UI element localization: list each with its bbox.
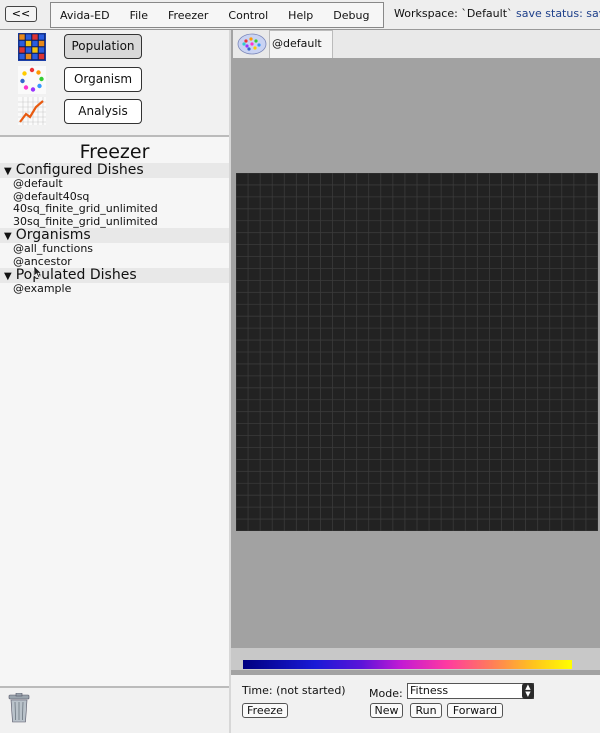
population-view: @default Time: (not started) Mode: Fitne…	[231, 30, 600, 733]
mode-select[interactable]: Fitness ▲ ▼	[407, 683, 534, 699]
population-grid-icon[interactable]	[18, 33, 46, 61]
analysis-chart-icon[interactable]	[18, 97, 46, 125]
expand-triangle-icon: ▼	[4, 166, 12, 177]
section-organisms[interactable]: ▼ Organisms	[0, 228, 229, 243]
menu-bar: << Avida-ED File Freezer Control Help De…	[0, 0, 600, 30]
freezer-item[interactable]: 40sq_finite_grid_unlimited	[0, 202, 229, 216]
freezer-panel: Freezer ▼ Configured Dishes @default @def…	[0, 137, 229, 687]
collapse-panel-button[interactable]: <<	[5, 6, 37, 22]
freezer-item[interactable]: @default	[0, 177, 229, 191]
dish-tab-strip: @default	[233, 30, 600, 58]
forward-button[interactable]: Forward	[447, 703, 503, 718]
main-menu: Avida-ED File Freezer Control Help Debug	[50, 2, 384, 28]
fitness-color-scale	[243, 660, 572, 669]
menu-control[interactable]: Control	[218, 9, 278, 22]
section-configured-dishes[interactable]: ▼ Configured Dishes	[0, 163, 229, 178]
trash-can-icon[interactable]	[8, 693, 30, 723]
select-stepper-icon: ▲ ▼	[522, 683, 534, 699]
mouse-cursor-icon	[33, 265, 43, 279]
expand-triangle-icon: ▼	[4, 231, 12, 242]
menu-help[interactable]: Help	[278, 9, 323, 22]
menu-avida-ed[interactable]: Avida-ED	[60, 9, 120, 22]
population-grid-canvas[interactable]	[235, 172, 599, 532]
save-status: save status: save	[516, 7, 600, 20]
menu-file[interactable]: File	[120, 9, 158, 22]
organism-view-button[interactable]: Organism	[64, 67, 142, 92]
menu-debug[interactable]: Debug	[323, 9, 379, 22]
new-button[interactable]: New	[370, 703, 403, 718]
freeze-button[interactable]: Freeze	[242, 703, 288, 718]
organism-ring-icon[interactable]	[18, 66, 46, 94]
mode-select-value: Fitness	[410, 684, 449, 697]
mode-label: Mode:	[369, 687, 403, 700]
analysis-view-button[interactable]: Analysis	[64, 99, 142, 124]
time-readout: Time: (not started)	[242, 684, 346, 697]
workspace-label: Workspace: `Default`	[394, 7, 513, 20]
left-panel: Population Organism Analysis Freezer ▼ C…	[0, 30, 229, 733]
freezer-item[interactable]: @example	[0, 282, 229, 296]
workspace-status: Workspace: `Default` save status: save	[394, 7, 600, 20]
menu-freezer[interactable]: Freezer	[158, 9, 218, 22]
petri-dish-icon[interactable]	[237, 33, 267, 55]
freezer-title: Freezer	[79, 141, 150, 163]
view-navigation: Population Organism Analysis	[0, 30, 229, 137]
dish-name-tab[interactable]: @default	[269, 30, 333, 58]
trash-area	[0, 686, 229, 733]
freezer-item[interactable]: @all_functions	[0, 242, 229, 256]
population-view-button[interactable]: Population	[64, 34, 142, 59]
population-grid[interactable]	[235, 172, 599, 532]
control-panel: Time: (not started) Mode: Fitness ▲ ▼ Fre…	[231, 675, 600, 733]
run-button[interactable]: Run	[410, 703, 442, 718]
expand-triangle-icon: ▼	[4, 271, 12, 282]
